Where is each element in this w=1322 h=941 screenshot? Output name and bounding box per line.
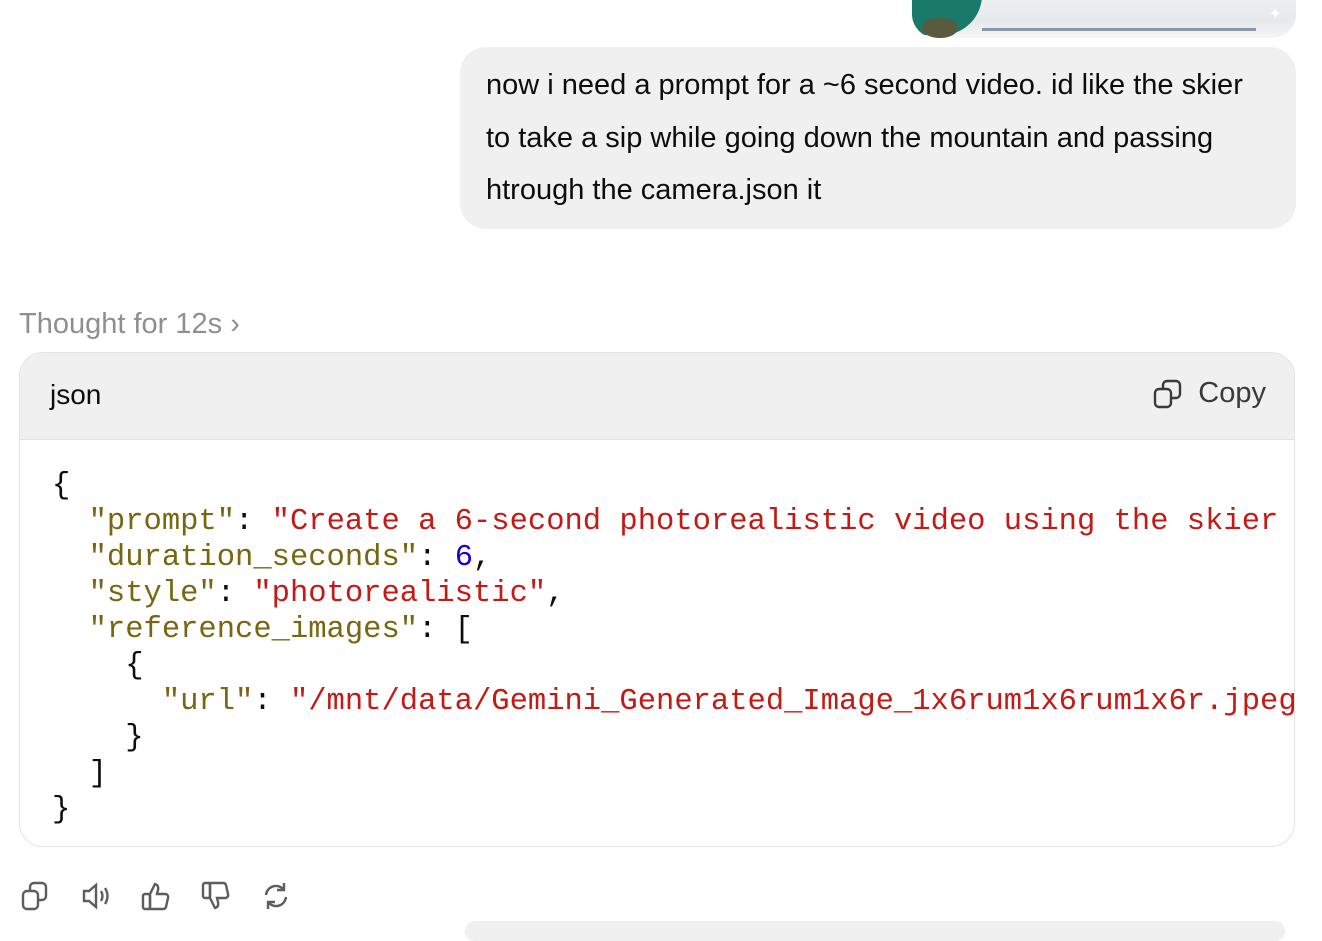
- speaker-icon[interactable]: [80, 880, 112, 912]
- copy-icon[interactable]: [20, 880, 52, 912]
- copy-code-button[interactable]: Copy: [1152, 377, 1266, 410]
- code-block-header: json Copy: [20, 353, 1294, 440]
- copy-label: Copy: [1198, 377, 1266, 409]
- sparkle-icon: ✦: [1268, 6, 1282, 23]
- regenerate-icon[interactable]: [260, 880, 292, 912]
- thought-label: Thought for 12s: [19, 308, 223, 340]
- thumbs-up-icon[interactable]: [140, 880, 172, 912]
- user-message-bubble: now i need a prompt for a ~6 second vide…: [460, 47, 1296, 229]
- code-block: json Copy { "prompt": "Create a 6-second…: [19, 352, 1295, 847]
- copy-icon: [1154, 379, 1182, 408]
- thought-toggle[interactable]: Thought for 12s ›: [19, 308, 240, 341]
- chevron-right-icon: ›: [230, 308, 240, 340]
- message-actions: [20, 880, 292, 912]
- thumbs-down-icon[interactable]: [200, 880, 232, 912]
- attached-skier-image[interactable]: ✦: [912, 0, 1296, 38]
- code-content: { "prompt": "Create a 6-second photoreal…: [52, 469, 1295, 827]
- next-message-bubble: [465, 921, 1285, 941]
- code-language: json: [50, 379, 102, 410]
